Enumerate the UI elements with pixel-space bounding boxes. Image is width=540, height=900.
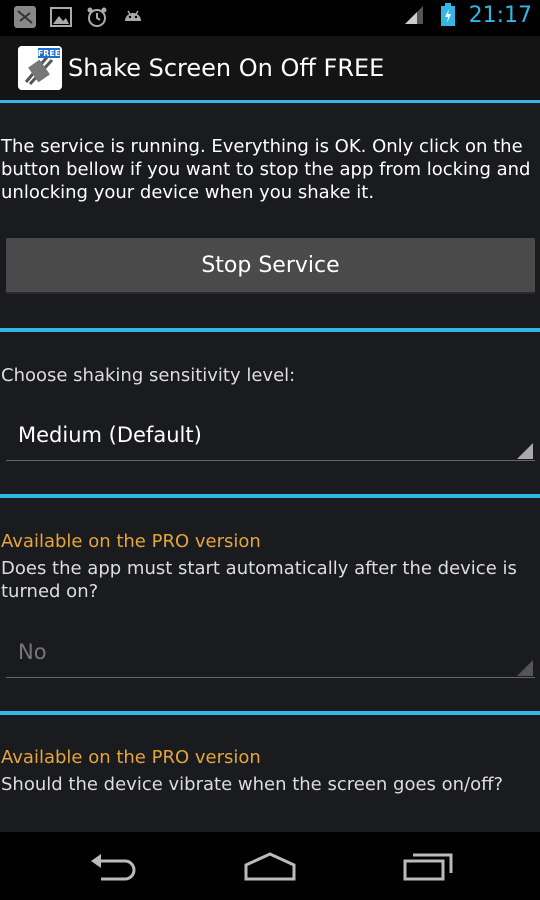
sensitivity-value: Medium (Default): [18, 423, 202, 447]
clock: 21:17: [468, 2, 532, 28]
sensitivity-spinner[interactable]: Medium (Default): [6, 417, 535, 461]
pro-version-label-vibrate: Available on the PRO version: [1, 747, 261, 768]
app-notification-icon: [12, 4, 38, 30]
signal-icon: [401, 2, 427, 28]
app-title: Shake Screen On Off FREE: [68, 54, 385, 82]
back-icon[interactable]: [82, 846, 142, 886]
android-icon: [120, 4, 146, 30]
recent-apps-icon[interactable]: [398, 846, 458, 886]
action-bar: FREE Shake Screen On Off FREE: [0, 36, 540, 100]
dropdown-arrow-icon: [517, 660, 533, 676]
autostart-value: No: [18, 640, 47, 664]
service-status-text: The service is running. Everything is OK…: [1, 136, 531, 203]
alarm-icon: [84, 4, 110, 30]
pro-version-label-autostart: Available on the PRO version: [1, 531, 261, 552]
autostart-spinner: No: [6, 634, 535, 678]
sensitivity-label: Choose shaking sensitivity level:: [1, 365, 296, 386]
main-content[interactable]: The service is running. Everything is OK…: [0, 103, 540, 832]
dropdown-arrow-icon: [517, 443, 533, 459]
svg-text:FREE: FREE: [38, 49, 61, 58]
stop-service-button[interactable]: Stop Service: [6, 238, 535, 294]
home-icon[interactable]: [240, 846, 300, 886]
section-divider-1: [0, 328, 540, 332]
battery-charging-icon: [435, 2, 461, 28]
section-divider-3: [0, 711, 540, 715]
vibrate-question: Should the device vibrate when the scree…: [1, 774, 504, 795]
autostart-question: Does the app must start automatically af…: [1, 558, 517, 602]
section-divider-2: [0, 494, 540, 498]
app-logo-icon[interactable]: FREE: [18, 46, 62, 90]
status-bar: 21:17: [0, 0, 540, 36]
image-icon: [48, 4, 74, 30]
navigation-bar: [0, 832, 540, 900]
